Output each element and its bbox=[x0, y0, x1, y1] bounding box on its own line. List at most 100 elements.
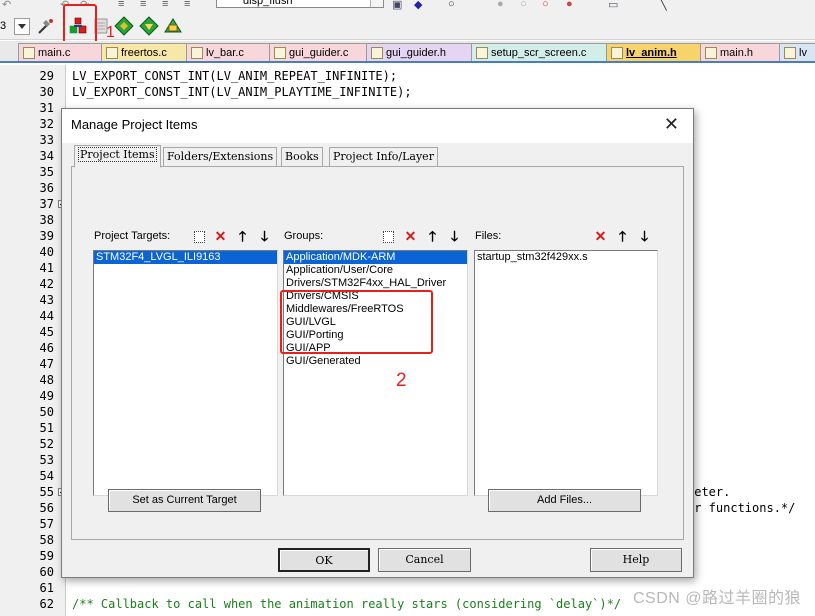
h-file-icon bbox=[705, 47, 717, 59]
kill-breakpoints-icon[interactable]: ● bbox=[566, 0, 578, 10]
h-file-icon bbox=[371, 47, 383, 59]
line-number: 32 bbox=[39, 117, 54, 131]
tab-books[interactable]: Books bbox=[281, 147, 323, 167]
bookmark-clear-icon[interactable]: ≡ bbox=[184, 0, 196, 10]
tab-freertos-c[interactable]: freertos.c bbox=[101, 43, 187, 61]
bookmark-next-icon[interactable]: ≡ bbox=[140, 0, 152, 10]
tab-main-h[interactable]: main.h bbox=[700, 43, 780, 61]
list-item-group[interactable]: Application/MDK-ARM bbox=[284, 251, 467, 264]
tab-project-info-layer[interactable]: Project Info/Layer bbox=[329, 147, 438, 167]
line-number: 37 bbox=[39, 197, 54, 211]
tools-icon[interactable]: ╲ bbox=[660, 0, 672, 11]
chevron-down-icon[interactable] bbox=[370, 0, 383, 7]
debug-icon[interactable]: ● bbox=[497, 0, 509, 10]
highlight-box-gui-groups bbox=[280, 290, 433, 354]
build-toolbar: 3 bbox=[0, 12, 815, 40]
move-down-target-button[interactable]: 🡓 bbox=[255, 228, 274, 246]
code-line-30[interactable]: LV_EXPORT_CONST_INT(LV_ANIM_PLAYTIME_INF… bbox=[72, 84, 412, 100]
files-label: Files: bbox=[475, 230, 502, 242]
tab-gui-guider-h[interactable]: gui_guider.h bbox=[366, 43, 472, 61]
code-line-29[interactable]: LV_EXPORT_CONST_INT(LV_ANIM_REPEAT_INFIN… bbox=[72, 68, 397, 84]
list-item-target[interactable]: STM32F4_LVGL_ILI9163 bbox=[94, 251, 277, 264]
annotation-number-1: 1 bbox=[106, 24, 115, 41]
tab-label: Project Info/Layer bbox=[333, 150, 434, 163]
window-icon[interactable]: ▭ bbox=[608, 0, 620, 11]
tab-lv-bar-c[interactable]: lv_bar.c bbox=[186, 43, 270, 61]
line-number: 38 bbox=[39, 213, 54, 227]
target-dropdown[interactable] bbox=[14, 18, 30, 35]
tab-main-c[interactable]: main.c bbox=[18, 43, 102, 61]
select-packs-icon[interactable] bbox=[114, 16, 134, 36]
stop-icon[interactable]: ○ bbox=[542, 0, 554, 10]
line-number: 42 bbox=[39, 277, 54, 291]
line-number: 56 bbox=[39, 501, 54, 515]
h-file-icon bbox=[611, 47, 623, 59]
bookmark-icon[interactable]: ≡ bbox=[118, 0, 130, 10]
dialog-body: Project Items Folders/Extensions Books P… bbox=[62, 143, 693, 577]
set-as-current-target-button[interactable]: Set as Current Target bbox=[108, 489, 261, 512]
search-icon[interactable]: ○ bbox=[448, 0, 460, 10]
tab-setup-scr-screen-c[interactable]: setup_scr_screen.c bbox=[471, 43, 607, 61]
function-dropdown[interactable]: disp_flush bbox=[216, 0, 384, 8]
line-number-gutter: 29 30 31 32 33 34 35 36 37 38 39 40 41 42 43 44 45 46 47 48… bbox=[0, 65, 66, 616]
breakpoint-icon[interactable]: ○ bbox=[520, 0, 532, 10]
line-number: 40 bbox=[39, 245, 54, 259]
file-tabs-bar: main.c freertos.c lv_bar.c gui_guider.c … bbox=[0, 41, 815, 63]
tab-project-items[interactable]: Project Items bbox=[74, 145, 161, 168]
delete-file-button[interactable]: ✕ bbox=[591, 228, 610, 246]
add-files-button[interactable]: Add Files... bbox=[488, 489, 641, 512]
options-for-target-icon[interactable] bbox=[36, 16, 56, 36]
line-number: 61 bbox=[39, 581, 54, 595]
line-number: 60 bbox=[39, 565, 54, 579]
manage-rte-icon[interactable] bbox=[163, 16, 183, 36]
line-number: 44 bbox=[39, 309, 54, 323]
pack-installer-icon[interactable] bbox=[139, 16, 159, 36]
move-down-group-button[interactable]: 🡓 bbox=[445, 228, 464, 246]
tab-label: gui_guider.c bbox=[289, 47, 349, 59]
delete-group-button[interactable]: ✕ bbox=[401, 228, 420, 246]
groups-label: Groups: bbox=[284, 230, 324, 242]
move-down-file-button[interactable]: 🡓 bbox=[635, 228, 654, 246]
line-number: 36 bbox=[39, 181, 54, 195]
close-icon[interactable]: ✕ bbox=[664, 115, 679, 133]
line-number: 55 bbox=[39, 485, 54, 499]
c-file-icon bbox=[23, 47, 35, 59]
tab-gui-guider-c[interactable]: gui_guider.c bbox=[269, 43, 367, 61]
move-up-file-button[interactable]: 🡑 bbox=[613, 228, 632, 246]
list-item-group[interactable]: GUI/Generated bbox=[284, 355, 467, 368]
find-in-files-icon[interactable]: ▣ bbox=[392, 0, 404, 11]
line-number: 41 bbox=[39, 261, 54, 275]
delete-target-button[interactable]: ✕ bbox=[211, 228, 230, 246]
tab-lv-anim-h[interactable]: lv_anim.h bbox=[606, 43, 701, 61]
tab-folders-extensions[interactable]: Folders/Extensions bbox=[163, 147, 278, 167]
line-number: 33 bbox=[39, 133, 54, 147]
bookmark-prev-icon[interactable]: ≡ bbox=[162, 0, 174, 10]
ok-button[interactable]: OK bbox=[278, 548, 370, 572]
list-item-group[interactable]: Application/User/Core bbox=[284, 264, 467, 277]
line-number: 57 bbox=[39, 517, 54, 531]
new-target-button[interactable] bbox=[190, 228, 209, 246]
move-up-target-button[interactable]: 🡑 bbox=[233, 228, 252, 246]
move-up-group-button[interactable]: 🡑 bbox=[423, 228, 442, 246]
top-toolbar: ↶ ↶ ↷ ≡ ≡ ≡ ≡ disp_flush ▣ ◆ ○ ● ○ ○ ● ▭… bbox=[0, 0, 815, 12]
list-item-file[interactable]: startup_stm32f429xx.s bbox=[475, 251, 657, 264]
cancel-button[interactable]: Cancel bbox=[378, 548, 471, 572]
new-group-button[interactable] bbox=[379, 228, 398, 246]
tab-label: setup_scr_screen.c bbox=[491, 47, 587, 59]
panel-header: Groups: ✕ 🡑 🡓 bbox=[283, 226, 468, 248]
code-line-62[interactable]: /** Callback to call when the animation … bbox=[72, 596, 621, 612]
line-number: 47 bbox=[39, 357, 54, 371]
files-list[interactable]: startup_stm32f429xx.s bbox=[474, 250, 658, 496]
project-targets-list[interactable]: STM32F4_LVGL_ILI9163 bbox=[93, 250, 278, 496]
code-line-56-tail[interactable]: or functions.*/ bbox=[687, 500, 795, 516]
find-icon[interactable]: ◆ bbox=[414, 0, 426, 11]
help-button[interactable]: Help bbox=[590, 548, 682, 572]
line-number: 50 bbox=[39, 405, 54, 419]
groups-list[interactable]: Application/MDK-ARM Application/User/Cor… bbox=[283, 250, 468, 496]
line-number: 31 bbox=[39, 101, 54, 115]
undo-icon[interactable]: ↶ bbox=[2, 0, 14, 11]
tab-label: main.h bbox=[720, 47, 754, 59]
line-number: 39 bbox=[39, 229, 54, 243]
list-item-group[interactable]: Drivers/STM32F4xx_HAL_Driver bbox=[284, 277, 467, 290]
tab-lv-partial[interactable]: lv bbox=[779, 43, 815, 61]
